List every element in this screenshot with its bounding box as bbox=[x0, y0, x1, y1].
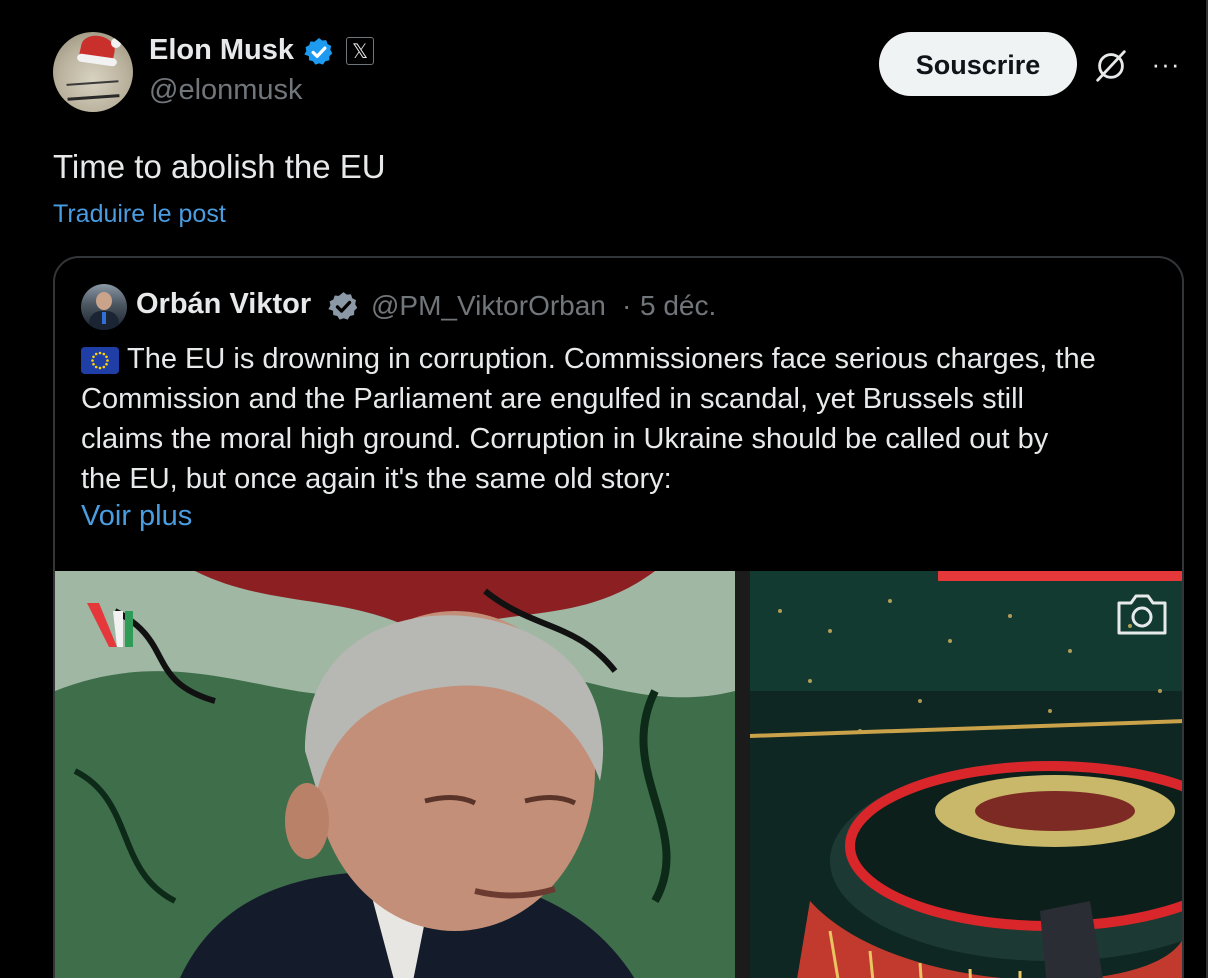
mural-background bbox=[55, 571, 735, 978]
show-more-link[interactable]: Voir plus bbox=[81, 500, 192, 533]
santa-hat-pompom bbox=[111, 38, 121, 48]
avatar-face bbox=[96, 292, 112, 310]
video-frame-divider bbox=[735, 571, 750, 978]
video-progress-accent bbox=[938, 571, 1182, 581]
quoted-post-text: The EU is drowning in corruption. Commis… bbox=[81, 339, 1171, 499]
more-options-icon[interactable]: ··· bbox=[1150, 50, 1182, 78]
quoted-text-line: the EU, but once again it's the same old… bbox=[81, 463, 672, 495]
quoted-author-avatar[interactable] bbox=[81, 284, 127, 330]
quoted-text-line: The EU is drowning in corruption. Commis… bbox=[127, 343, 1096, 375]
author-avatar[interactable] bbox=[53, 32, 133, 112]
author-name[interactable]: Elon Musk bbox=[149, 34, 294, 67]
avatar-scribble bbox=[66, 80, 120, 101]
verified-badge-icon[interactable] bbox=[303, 36, 335, 68]
tweet-detail-page: Elon Musk 𝕏 @elonmusk Souscrire ··· Time… bbox=[0, 0, 1208, 978]
subscribe-button[interactable]: Souscrire bbox=[879, 32, 1077, 96]
verified-badge-icon[interactable] bbox=[327, 290, 360, 323]
grok-icon[interactable] bbox=[1092, 46, 1130, 84]
video-left-panel bbox=[55, 571, 735, 978]
camera-icon[interactable] bbox=[1115, 591, 1169, 637]
translate-post-link[interactable]: Traduire le post bbox=[53, 200, 226, 229]
quoted-text-line: Commission and the Parliament are engulf… bbox=[81, 383, 1024, 415]
quoted-post-date[interactable]: 5 déc. bbox=[640, 290, 716, 322]
x-logo-icon[interactable]: 𝕏 bbox=[346, 37, 374, 65]
meta-separator: · bbox=[622, 290, 632, 321]
tweet-text: Time to abolish the EU bbox=[53, 148, 386, 185]
quoted-author-name[interactable]: Orbán Viktor bbox=[136, 288, 311, 321]
quoted-post-card[interactable]: Orbán Viktor @PM_ViktorOrban · 5 déc. Th… bbox=[53, 256, 1184, 978]
channel-logo-icon bbox=[87, 603, 133, 647]
quoted-author-handle[interactable]: @PM_ViktorOrban bbox=[371, 290, 606, 322]
quoted-video-thumbnail[interactable] bbox=[55, 571, 1182, 978]
author-handle[interactable]: @elonmusk bbox=[149, 74, 303, 107]
quoted-text-line: claims the moral high ground. Corruption… bbox=[81, 423, 1049, 455]
avatar-tie bbox=[102, 312, 106, 324]
